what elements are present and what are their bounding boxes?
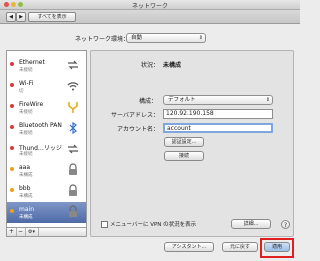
- plus-icon: +: [8, 228, 15, 235]
- account-name-input[interactable]: account: [163, 123, 273, 133]
- revert-label: 元に戻す: [229, 244, 250, 250]
- service-status: 未構成: [19, 173, 33, 178]
- chevron-updown-icon: ⇕: [265, 97, 270, 103]
- connect-label: 接続: [178, 153, 189, 159]
- vpn-lock-icon: [66, 205, 80, 219]
- service-list[interactable]: Ethernet 未接続 Wi-Fi 切 FireWire 未接続 Bluetooth PA…: [6, 50, 87, 228]
- status-dot-icon: [10, 62, 14, 66]
- chevron-updown-icon: ⇕: [198, 35, 203, 41]
- toolbar: ◀ ▶ すべてを表示: [0, 10, 300, 24]
- apply-highlight-box: [260, 238, 294, 258]
- status-dot-icon: [10, 167, 14, 171]
- back-icon: ◀: [9, 14, 13, 20]
- config-select[interactable]: デフォルト ⇕: [163, 95, 273, 105]
- service-status: 未構成: [19, 215, 33, 220]
- server-address-input[interactable]: 120.92.190.158: [163, 109, 273, 119]
- window-title: ネットワーク: [131, 3, 168, 10]
- authentication-settings-label: 認証設定...: [171, 139, 197, 145]
- service-status: 未接続: [19, 68, 33, 73]
- location-value: 自動: [131, 35, 143, 41]
- advanced-label: 詳細...: [243, 221, 259, 227]
- account-name-value: account: [167, 125, 191, 132]
- vpn-lock-icon: [66, 163, 80, 177]
- thunderbolt-bridge-icon: [66, 142, 80, 156]
- service-item[interactable]: Ethernet 未接続: [7, 55, 86, 76]
- connect-button[interactable]: 接続: [164, 151, 204, 161]
- revert-button[interactable]: 元に戻す: [222, 242, 258, 252]
- status-dot-icon: [10, 146, 14, 150]
- firewire-icon: [66, 100, 80, 114]
- assistant-button[interactable]: アシスタント...: [164, 242, 214, 252]
- service-item[interactable]: Bluetooth PAN 未接続: [7, 118, 86, 139]
- service-list-controls: + − ⚙▾: [6, 228, 87, 237]
- service-name: Bluetooth PAN: [19, 122, 62, 129]
- minus-icon: −: [17, 228, 24, 235]
- service-status: 切: [19, 89, 24, 94]
- service-item[interactable]: FireWire 未接続: [7, 97, 86, 118]
- service-status: 未接続: [19, 110, 33, 115]
- assistant-label: アシスタント...: [171, 244, 207, 250]
- show-all-label: すべてを表示: [37, 14, 67, 20]
- service-name: bbb: [19, 185, 31, 192]
- config-value: デフォルト: [168, 97, 196, 103]
- service-name: Ethernet: [19, 59, 45, 66]
- service-name: FireWire: [19, 101, 44, 108]
- service-name: Wi-Fi: [19, 80, 34, 87]
- ethernet-icon: [66, 58, 80, 72]
- location-label: ネットワーク環境：: [75, 36, 130, 43]
- advanced-button[interactable]: 詳細...: [231, 219, 271, 229]
- server-address-value: 120.92.190.158: [166, 110, 214, 117]
- status-label: 状況：: [140, 62, 159, 69]
- help-button[interactable]: ?: [281, 220, 290, 229]
- service-status: 未接続: [19, 131, 33, 136]
- service-item[interactable]: Thund…リッジ 未接続: [7, 139, 86, 160]
- service-item[interactable]: Wi-Fi 切: [7, 76, 86, 97]
- service-actions-button[interactable]: ⚙▾: [25, 228, 39, 236]
- status-dot-icon: [10, 83, 14, 87]
- config-label: 構成：: [138, 98, 157, 105]
- bluetooth-icon: [66, 121, 80, 135]
- show-vpn-status-label: メニューバーに VPN の状況を表示: [110, 222, 197, 228]
- service-item[interactable]: bbb 未構成: [7, 181, 86, 202]
- detail-pane: 状況： 未構成 構成： デフォルト ⇕ サーバアドレス： 120.92.190.…: [90, 50, 294, 237]
- wifi-icon: [66, 79, 80, 93]
- server-address-label: サーバアドレス：: [111, 112, 159, 119]
- status-dot-icon: [10, 104, 14, 108]
- back-button[interactable]: ◀: [6, 12, 16, 22]
- gear-icon: ⚙▾: [28, 229, 35, 235]
- service-status: 未構成: [19, 194, 33, 199]
- service-item[interactable]: main 未構成: [7, 202, 86, 223]
- status-dot-icon: [10, 125, 14, 129]
- service-name: aaa: [19, 164, 31, 171]
- service-name: main: [19, 206, 34, 213]
- forward-button[interactable]: ▶: [16, 12, 26, 22]
- forward-icon: ▶: [19, 14, 23, 20]
- location-select[interactable]: 自動 ⇕: [126, 33, 206, 43]
- account-name-label: アカウント名：: [116, 126, 159, 133]
- vpn-lock-icon: [66, 184, 80, 198]
- service-item[interactable]: aaa 未構成: [7, 160, 86, 181]
- authentication-settings-button[interactable]: 認証設定...: [164, 137, 204, 147]
- status-dot-icon: [10, 209, 14, 213]
- show-all-button[interactable]: すべてを表示: [28, 12, 76, 22]
- status-dot-icon: [10, 188, 14, 192]
- service-status: 未接続: [19, 152, 33, 157]
- title-bar: ネットワーク: [0, 0, 300, 10]
- help-icon: ?: [283, 222, 288, 229]
- show-vpn-status-checkbox[interactable]: [101, 221, 108, 228]
- status-value: 未構成: [163, 62, 182, 69]
